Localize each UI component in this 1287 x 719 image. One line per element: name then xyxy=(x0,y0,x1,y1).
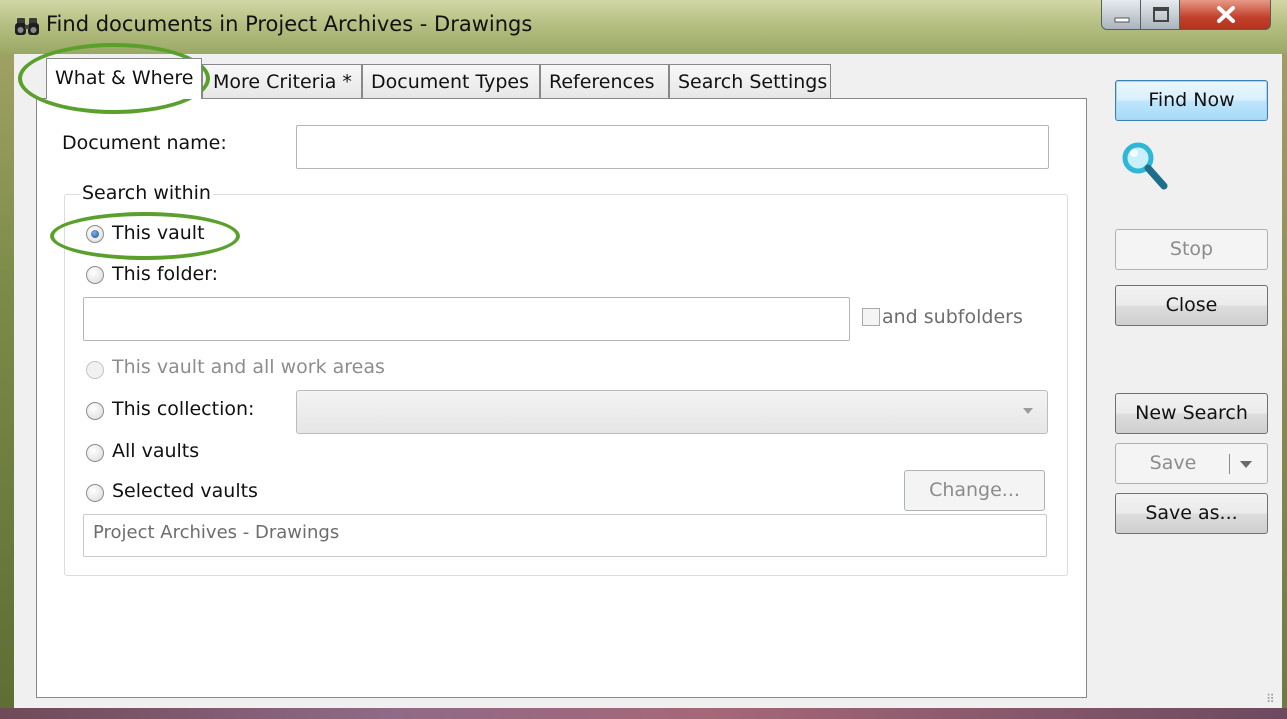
folder-path-input[interactable] xyxy=(83,297,850,341)
collection-dropdown[interactable] xyxy=(296,390,1048,434)
maximize-icon xyxy=(1153,7,1169,22)
close-button[interactable]: Close xyxy=(1115,285,1268,326)
vault-and-work-areas-label: This vault and all work areas xyxy=(112,356,385,378)
this-folder-radio[interactable] xyxy=(86,266,104,284)
close-window-button[interactable] xyxy=(1179,0,1271,30)
vault-and-work-areas-radio[interactable] xyxy=(86,361,104,379)
all-vaults-radio[interactable] xyxy=(86,444,104,462)
minimize-icon xyxy=(1114,17,1130,23)
this-collection-radio[interactable] xyxy=(86,402,104,420)
save-as-button[interactable]: Save as... xyxy=(1115,493,1268,534)
binoculars-icon xyxy=(15,18,39,35)
tab-label: Search Settings xyxy=(678,71,828,93)
new-search-button[interactable]: New Search xyxy=(1115,393,1268,434)
tab-label: What & Where xyxy=(55,67,194,89)
title-bar[interactable]: Find documents in Project Archives - Dra… xyxy=(0,0,1287,54)
tab-more-criteria[interactable]: More Criteria * xyxy=(202,64,362,99)
search-within-label: Search within xyxy=(80,182,213,204)
magnifier-icon xyxy=(1122,142,1168,190)
tab-label: More Criteria * xyxy=(213,71,352,93)
desktop-background-right xyxy=(1282,0,1287,719)
desktop-background-bottom xyxy=(0,708,1287,719)
tab-references[interactable]: References xyxy=(540,64,669,99)
tab-document-types[interactable]: Document Types xyxy=(362,64,540,99)
minimize-button[interactable] xyxy=(1101,0,1141,30)
change-button[interactable]: Change... xyxy=(904,470,1045,511)
this-folder-label[interactable]: This folder: xyxy=(112,263,218,285)
save-split-button[interactable]: Save xyxy=(1115,443,1268,484)
and-subfolders-checkbox[interactable] xyxy=(862,308,880,326)
tab-what-and-where[interactable]: What & Where xyxy=(46,58,202,99)
chevron-down-icon xyxy=(1023,408,1033,414)
all-vaults-label[interactable]: All vaults xyxy=(112,440,199,462)
tab-label: Document Types xyxy=(371,71,530,93)
maximize-button[interactable] xyxy=(1140,0,1180,30)
resize-grip-icon[interactable]: ⠿ xyxy=(1266,692,1275,706)
selected-vaults-radio[interactable] xyxy=(86,484,104,502)
tab-search-settings[interactable]: Search Settings xyxy=(669,64,831,99)
selected-vaults-field: Project Archives - Drawings xyxy=(83,514,1047,557)
highlight-ellipse-this-vault xyxy=(50,212,240,260)
split-divider xyxy=(1229,454,1230,474)
close-icon xyxy=(1217,6,1235,23)
desktop-background-left xyxy=(0,0,14,719)
stop-button[interactable]: Stop xyxy=(1115,229,1268,270)
document-name-label: Document name: xyxy=(62,132,227,154)
find-now-button[interactable]: Find Now xyxy=(1115,80,1268,121)
save-button-label[interactable]: Save xyxy=(1116,444,1230,483)
selected-vaults-label[interactable]: Selected vaults xyxy=(112,480,258,502)
window-title: Find documents in Project Archives - Dra… xyxy=(46,12,533,36)
chevron-down-icon[interactable] xyxy=(1240,461,1252,468)
this-collection-label[interactable]: This collection: xyxy=(112,398,254,420)
document-name-input[interactable] xyxy=(296,125,1049,169)
tab-label: References xyxy=(549,71,655,93)
and-subfolders-label[interactable]: and subfolders xyxy=(882,306,1023,328)
